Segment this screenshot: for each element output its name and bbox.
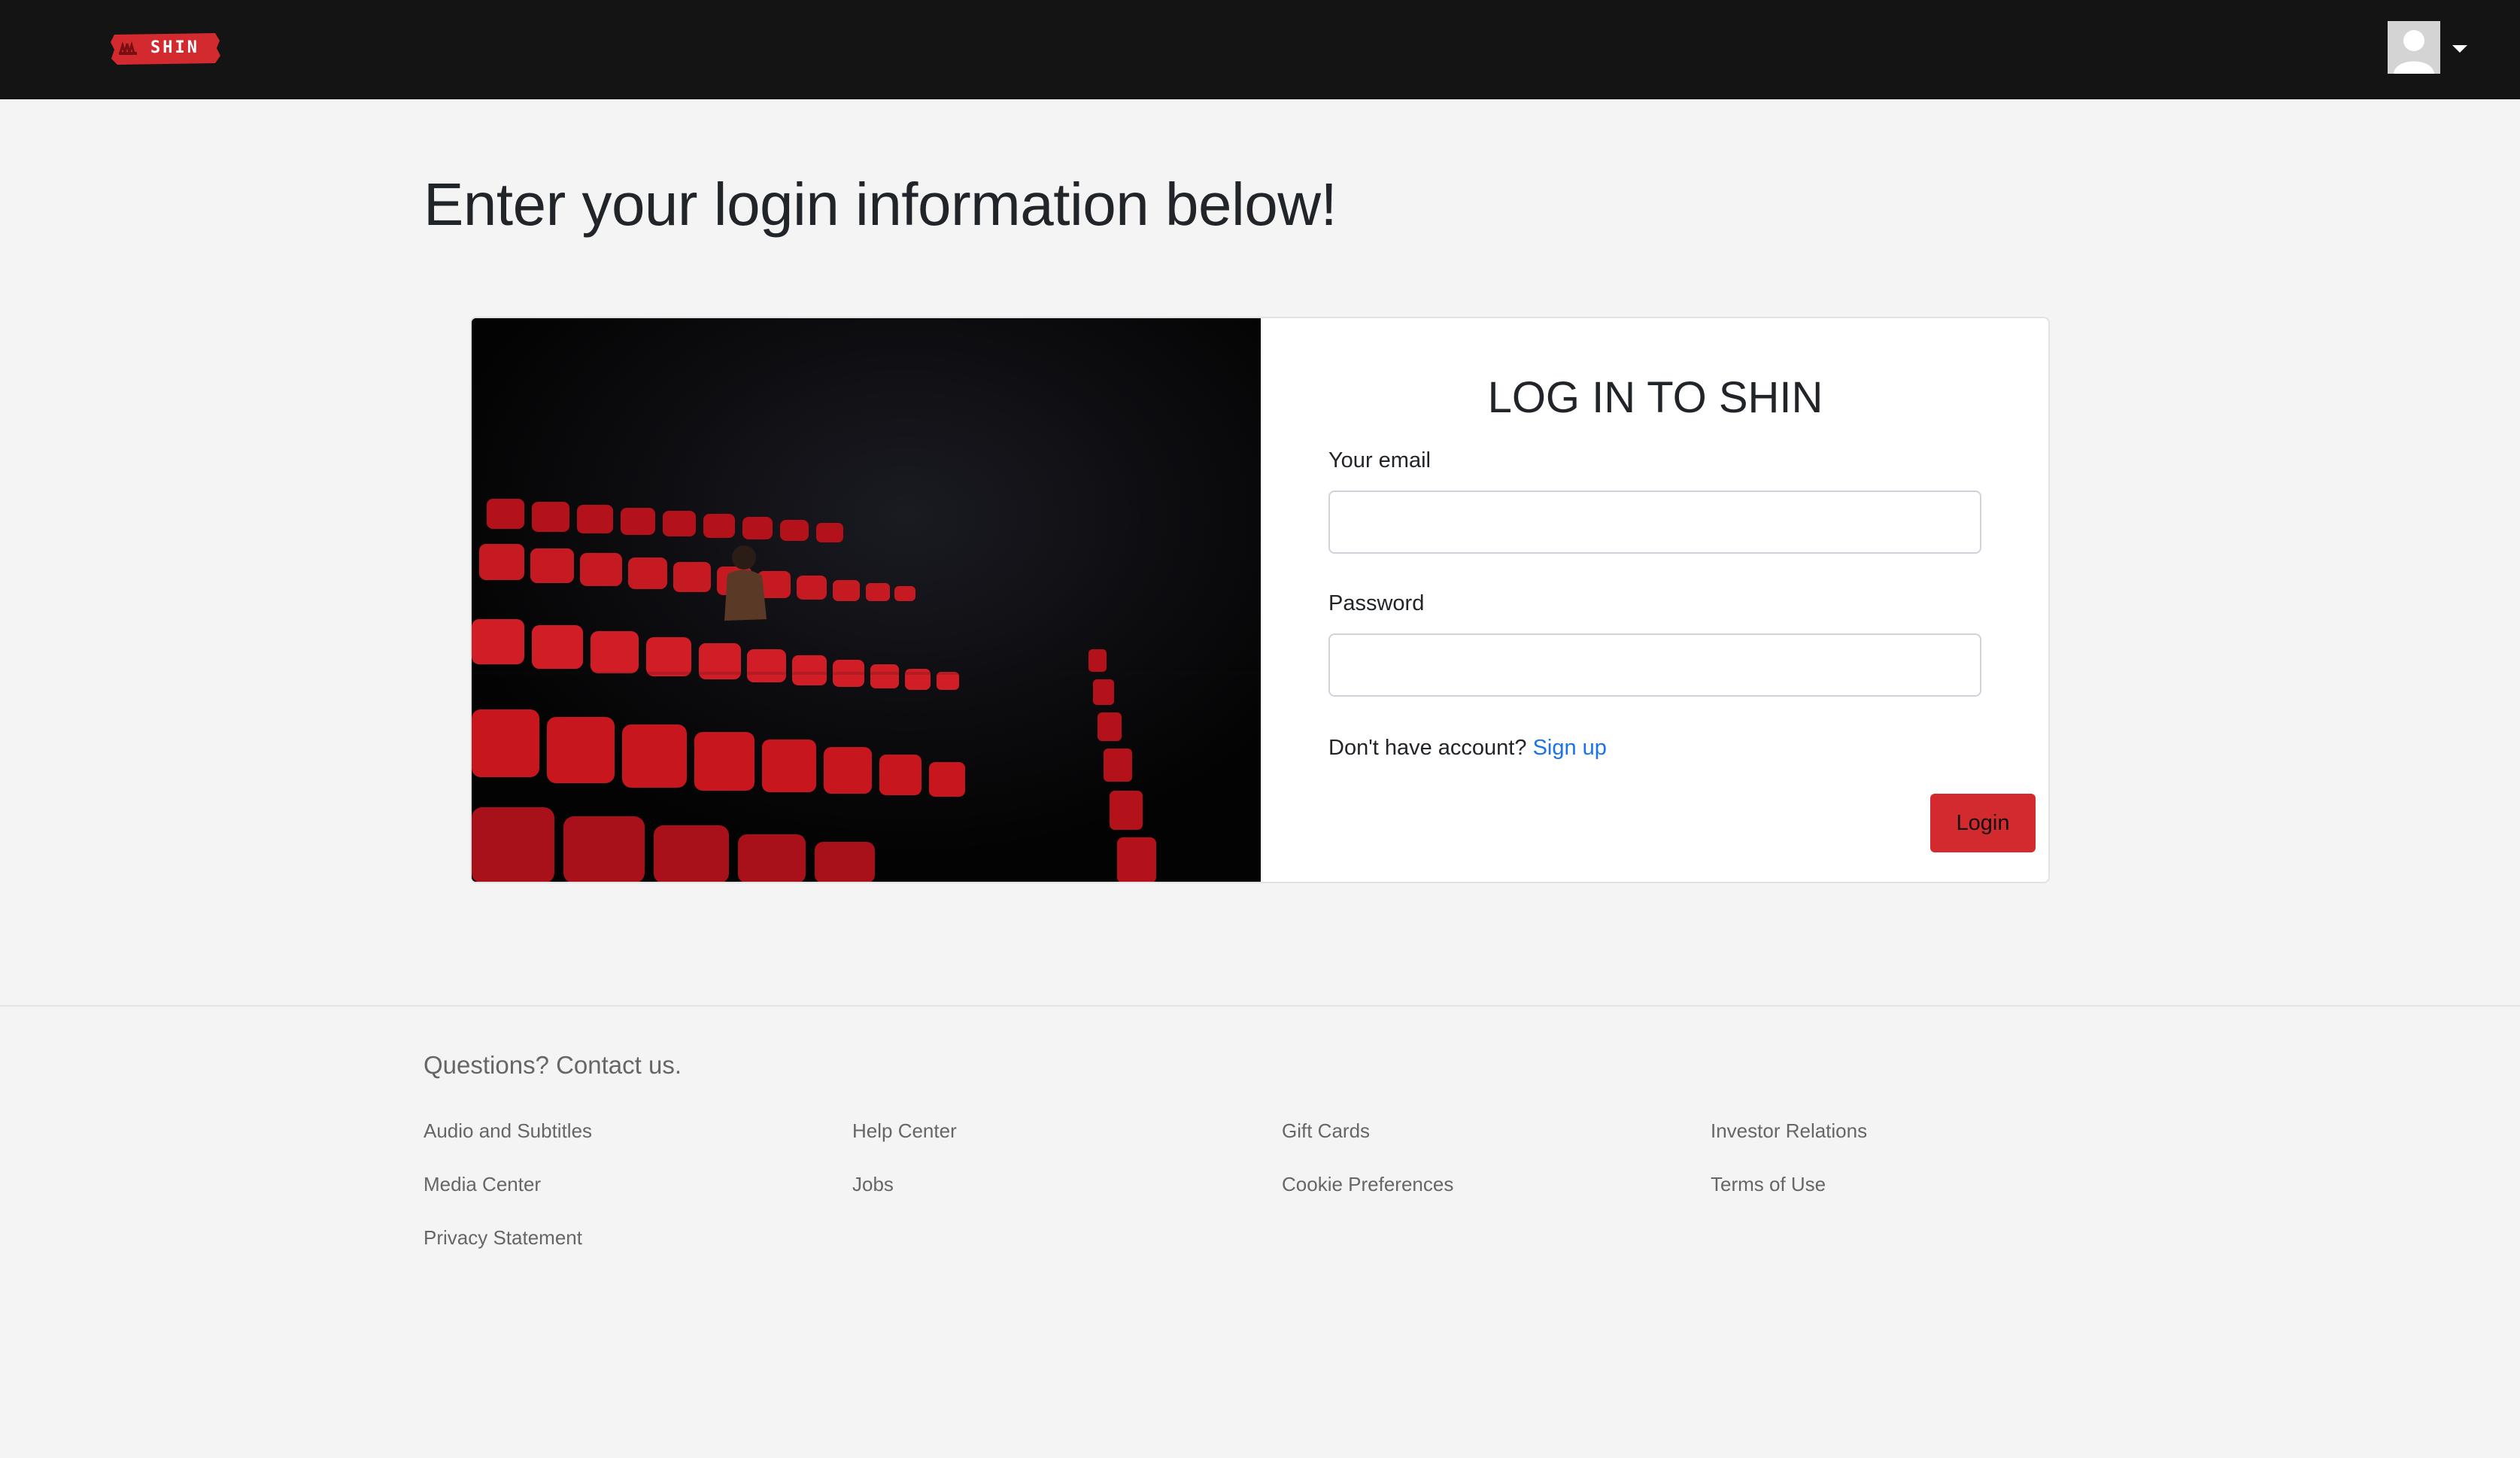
top-navbar: SHIN	[0, 0, 2520, 99]
page-heading: Enter your login information below!	[424, 171, 1337, 238]
login-button[interactable]: Login	[1930, 794, 2036, 852]
signup-prompt-line: Don't have account? Sign up	[1328, 736, 1607, 761]
footer-title: Questions? Contact us.	[424, 1051, 682, 1079]
password-label: Password	[1328, 591, 1425, 615]
user-avatar-icon	[2388, 21, 2440, 74]
cinema-seats-image	[472, 318, 1261, 882]
footer-link-jobs[interactable]: Jobs	[852, 1173, 894, 1196]
login-form: LOG IN TO SHIN Your email Password Don't…	[1261, 318, 2048, 882]
footer-link-gift-cards[interactable]: Gift Cards	[1282, 1119, 1370, 1143]
signup-prompt: Don't have account?	[1328, 736, 1527, 760]
user-avatar[interactable]	[2388, 21, 2440, 74]
email-field[interactable]	[1328, 491, 1981, 554]
shin-logo[interactable]: SHIN	[110, 30, 221, 66]
footer-link-audio-subtitles[interactable]: Audio and Subtitles	[424, 1119, 592, 1143]
caret-down-icon[interactable]	[2452, 45, 2467, 53]
email-label: Your email	[1328, 448, 1431, 472]
footer-divider	[0, 1005, 2520, 1007]
footer-link-media-center[interactable]: Media Center	[424, 1173, 541, 1196]
form-title: LOG IN TO SHIN	[1487, 373, 1823, 422]
login-card: LOG IN TO SHIN Your email Password Don't…	[470, 317, 2050, 883]
logo-text: SHIN	[150, 38, 199, 57]
cinema-seats-photo	[472, 318, 1261, 882]
footer-link-investor-relations[interactable]: Investor Relations	[1711, 1119, 1867, 1143]
footer-link-terms-of-use[interactable]: Terms of Use	[1711, 1173, 1826, 1196]
signup-link[interactable]: Sign up	[1533, 736, 1607, 760]
footer-link-cookie-preferences[interactable]: Cookie Preferences	[1282, 1173, 1453, 1196]
footer-link-help-center[interactable]: Help Center	[852, 1119, 957, 1143]
footer-link-privacy-statement[interactable]: Privacy Statement	[424, 1226, 582, 1250]
password-field[interactable]	[1328, 633, 1981, 697]
